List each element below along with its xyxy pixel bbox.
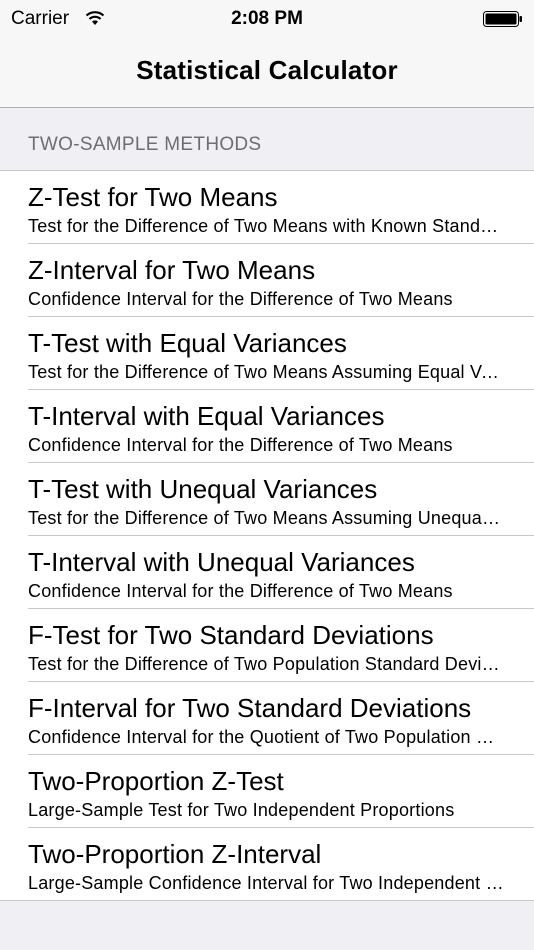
list-item-subtitle: Confidence Interval for the Quotient of … bbox=[28, 727, 504, 747]
list-item[interactable]: Z-Interval for Two Means Confidence Inte… bbox=[28, 244, 534, 317]
list-item-title: Two-Proportion Z-Interval bbox=[28, 839, 322, 869]
list-item-title: Two-Proportion Z-Test bbox=[28, 766, 284, 796]
navigation-bar: Statistical Calculator bbox=[0, 40, 534, 108]
list-item-title: F-Interval for Two Standard Deviations bbox=[28, 693, 472, 723]
list-item-subtitle: Large-Sample Confidence Interval for Two… bbox=[28, 873, 504, 893]
list-item[interactable]: T-Test with Unequal Variances Test for t… bbox=[28, 463, 534, 536]
list-item[interactable]: F-Test for Two Standard Deviations Test … bbox=[28, 609, 534, 682]
status-time: 2:08 PM bbox=[231, 8, 303, 29]
list-item-title: Z-Test for Two Means bbox=[28, 182, 278, 212]
page-title: Statistical Calculator bbox=[136, 55, 398, 85]
methods-table: Z-Test for Two Means Test for the Differ… bbox=[0, 170, 534, 901]
list-item-subtitle: Test for the Difference of Two Means wit… bbox=[28, 216, 504, 236]
list-item-subtitle: Confidence Interval for the Difference o… bbox=[28, 289, 453, 309]
list-item-title: T-Test with Unequal Variances bbox=[28, 474, 378, 504]
list-item[interactable]: Z-Test for Two Means Test for the Differ… bbox=[28, 171, 534, 244]
list-item-title: F-Test for Two Standard Deviations bbox=[28, 620, 434, 650]
status-bar: Carrier 2:08 PM bbox=[0, 0, 534, 40]
list-item[interactable]: T-Interval with Unequal Variances Confid… bbox=[28, 536, 534, 609]
list-item[interactable]: Two-Proportion Z-Test Large-Sample Test … bbox=[28, 755, 534, 828]
list-item[interactable]: F-Interval for Two Standard Deviations C… bbox=[28, 682, 534, 755]
list-item-title: T-Test with Equal Variances bbox=[28, 328, 347, 358]
list-item[interactable]: T-Test with Equal Variances Test for the… bbox=[28, 317, 534, 390]
list-item-subtitle: Large-Sample Test for Two Independent Pr… bbox=[28, 800, 455, 820]
section-header: TWO-SAMPLE METHODS bbox=[28, 134, 262, 155]
list-item-title: Z-Interval for Two Means bbox=[28, 255, 316, 285]
list-item-subtitle: Confidence Interval for the Difference o… bbox=[28, 581, 453, 601]
list-item-subtitle: Test for the Difference of Two Populatio… bbox=[28, 654, 504, 674]
list-item-subtitle: Test for the Difference of Two Means Ass… bbox=[28, 362, 504, 382]
list-item-title: T-Interval with Unequal Variances bbox=[28, 547, 415, 577]
list-item-subtitle: Test for the Difference of Two Means Ass… bbox=[28, 508, 504, 528]
list-item-subtitle: Confidence Interval for the Difference o… bbox=[28, 435, 453, 455]
list-item-title: T-Interval with Equal Variances bbox=[28, 401, 385, 431]
list-item[interactable]: T-Interval with Equal Variances Confiden… bbox=[28, 390, 534, 463]
list-item[interactable]: Two-Proportion Z-Interval Large-Sample C… bbox=[0, 828, 534, 900]
battery-icon bbox=[483, 11, 522, 27]
